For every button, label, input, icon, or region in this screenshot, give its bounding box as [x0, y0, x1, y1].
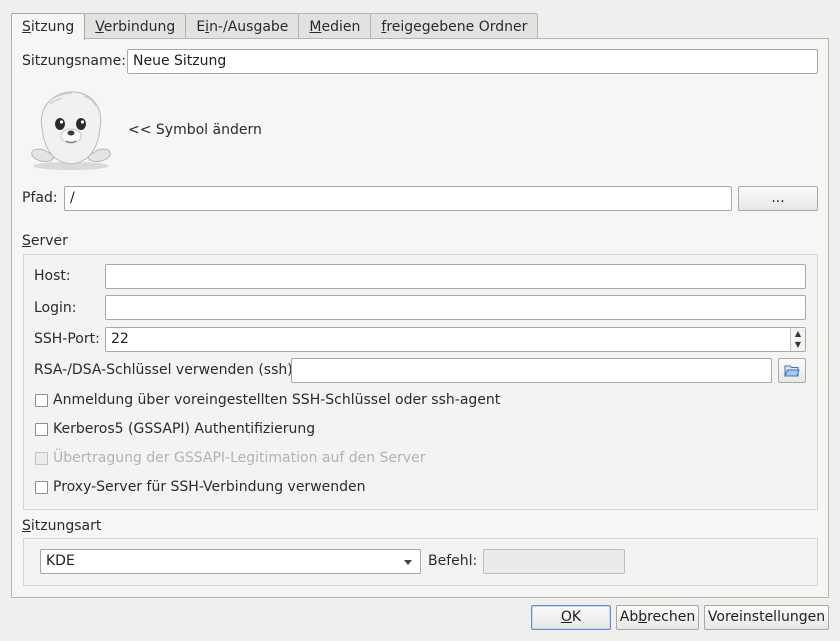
- path-label: Pfad:: [22, 190, 58, 206]
- session-type-selected: KDE: [46, 553, 75, 569]
- checkbox-kerberos5-label[interactable]: Kerberos5 (GSSAPI) Authentifizierung: [53, 421, 315, 437]
- checkbox-ssh-proxy-label[interactable]: Proxy-Server für SSH-Verbindung verwende…: [53, 479, 366, 495]
- ssh-port-spinner[interactable]: ▲ ▼: [790, 328, 805, 351]
- checkbox-gssapi-delegation-label: Übertragung der GSSAPI-Legitimation auf …: [53, 450, 426, 466]
- ssh-port-label: SSH-Port:: [34, 331, 100, 347]
- server-title-text: erver: [30, 233, 68, 249]
- spin-up-icon[interactable]: ▲: [791, 328, 805, 339]
- tab-label-mnemonic: M: [309, 19, 322, 35]
- cancel-mnemonic: b: [638, 609, 648, 625]
- rsa-key-label: RSA-/DSA-Schlüssel verwenden (ssh):: [34, 362, 298, 378]
- checkbox-default-ssh-key[interactable]: [35, 394, 48, 407]
- ssh-port-value: 22: [111, 331, 129, 347]
- tab-label: reigegebene Ordner: [386, 19, 528, 35]
- chevron-down-icon: [404, 560, 412, 565]
- command-label: Befehl:: [428, 553, 478, 569]
- tab-label: n-/Ausgabe: [209, 19, 289, 35]
- session-type-select[interactable]: KDE: [40, 549, 421, 574]
- session-name-input[interactable]: Neue Sitzung: [127, 49, 818, 74]
- server-title-mnemonic: S: [22, 233, 31, 249]
- cancel-text: Ab: [619, 609, 639, 625]
- folder-open-icon: [784, 365, 800, 377]
- session-type-group-title: Sitzungsart: [22, 518, 101, 534]
- change-icon-label[interactable]: << Symbol ändern: [128, 122, 262, 138]
- spin-down-icon[interactable]: ▼: [791, 339, 805, 350]
- tab-verbindung[interactable]: Verbindung: [84, 13, 187, 38]
- rsa-key-input[interactable]: [291, 358, 772, 383]
- cancel-button[interactable]: Abbrechen: [616, 605, 699, 630]
- tab-label: erbindung: [103, 19, 176, 35]
- tab-label: itzung: [30, 19, 75, 35]
- path-input[interactable]: /: [64, 186, 732, 211]
- login-label: Login:: [34, 300, 77, 316]
- browse-key-button[interactable]: [778, 358, 806, 383]
- checkbox-gssapi-delegation: [35, 452, 48, 465]
- tab-ein-ausgabe[interactable]: Ein-/Ausgabe: [185, 13, 300, 38]
- host-label: Host:: [34, 268, 71, 284]
- seal-icon[interactable]: [24, 88, 118, 172]
- tab-label: edien: [321, 19, 361, 35]
- ok-text: K: [571, 609, 582, 625]
- cancel-text-rest: rechen: [647, 609, 696, 625]
- checkbox-default-ssh-key-label[interactable]: Anmeldung über voreingestellten SSH-Schl…: [53, 392, 500, 408]
- tab-sitzung[interactable]: Sitzung: [11, 13, 86, 40]
- ssh-port-spinbox[interactable]: 22 ▲ ▼: [105, 327, 806, 352]
- server-group-title: Server: [22, 233, 68, 249]
- defaults-button[interactable]: Voreinstellungen: [704, 605, 829, 630]
- host-input[interactable]: [105, 264, 806, 289]
- browse-path-button[interactable]: ...: [738, 186, 818, 211]
- session-type-title-text: itzungsart: [30, 518, 102, 534]
- session-type-title-mnemonic: S: [22, 518, 31, 534]
- tab-freigegebene-ordner[interactable]: freigegebene Ordner: [370, 13, 539, 38]
- tab-label-mnemonic: S: [22, 19, 31, 35]
- login-input[interactable]: [105, 295, 806, 320]
- ok-button[interactable]: OK: [531, 605, 611, 630]
- tab-medien[interactable]: Medien: [298, 13, 372, 38]
- checkbox-ssh-proxy[interactable]: [35, 481, 48, 494]
- checkbox-kerberos5[interactable]: [35, 423, 48, 436]
- tab-label: E: [196, 19, 206, 35]
- command-input: [483, 549, 625, 574]
- session-name-label: Sitzungsname:: [22, 53, 126, 69]
- ok-mnemonic: O: [560, 609, 572, 625]
- tab-label-mnemonic: V: [95, 19, 104, 35]
- tab-bar: Sitzung Verbindung Ein-/Ausgabe Medien f…: [11, 13, 539, 40]
